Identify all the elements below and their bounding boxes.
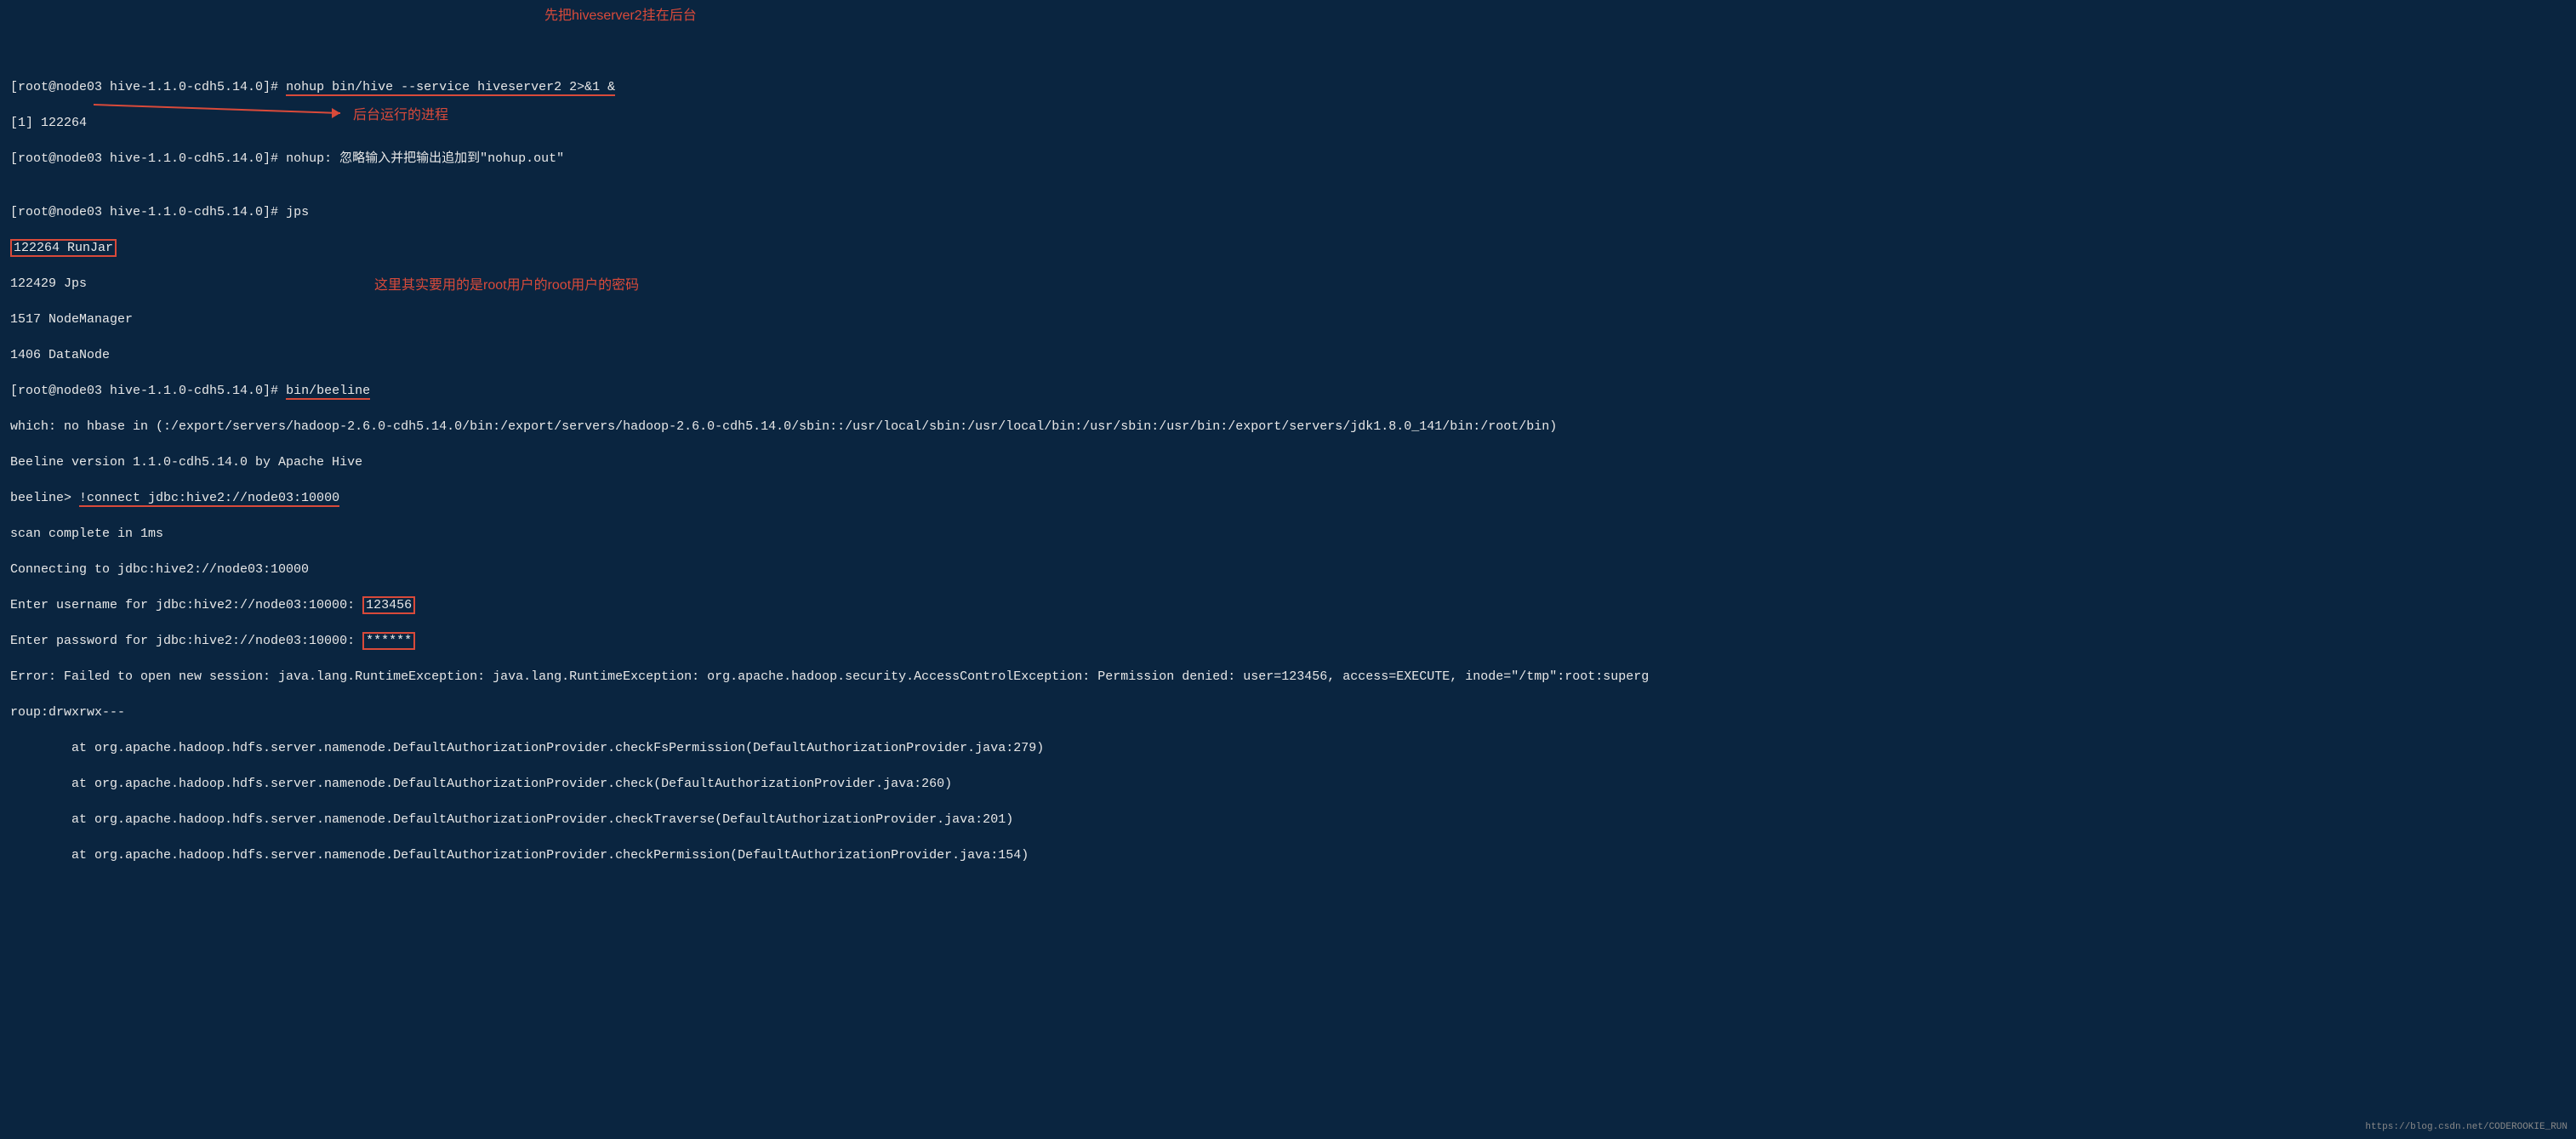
terminal-line: which: no hbase in (:/export/servers/had… <box>10 418 2566 436</box>
shell-prompt: [root@node03 hive-1.1.0-cdh5.14.0]# <box>10 205 286 219</box>
terminal-line: 1517 NodeManager <box>10 310 2566 328</box>
terminal-line: [root@node03 hive-1.1.0-cdh5.14.0]# bin/… <box>10 382 2566 400</box>
watermark-text: https://blog.csdn.net/CODEROOKIE_RUN <box>2365 1121 2567 1134</box>
terminal-line: [root@node03 hive-1.1.0-cdh5.14.0]# nohu… <box>10 78 2566 96</box>
username-prompt: Enter username for jdbc:hive2://node03:1… <box>10 598 362 612</box>
terminal-line: Beeline version 1.1.0-cdh5.14.0 by Apach… <box>10 453 2566 471</box>
terminal-line: [root@node03 hive-1.1.0-cdh5.14.0]# nohu… <box>10 150 2566 168</box>
username-value: 123456 <box>362 596 415 614</box>
terminal-error-line: Error: Failed to open new session: java.… <box>10 668 2566 686</box>
annotation-background-process: 后台运行的进程 <box>353 106 448 125</box>
terminal-stack-line: at org.apache.hadoop.hdfs.server.namenod… <box>10 846 2566 864</box>
terminal-line: [root@node03 hive-1.1.0-cdh5.14.0]# jps <box>10 203 2566 221</box>
terminal-line: scan complete in 1ms <box>10 525 2566 543</box>
jps-runjar: 122264 RunJar <box>10 239 117 257</box>
annotation-hiveserver2: 先把hiveserver2挂在后台 <box>544 7 697 26</box>
command-connect: !connect jdbc:hive2://node03:10000 <box>79 491 339 507</box>
terminal-line: beeline> !connect jdbc:hive2://node03:10… <box>10 489 2566 507</box>
arrow-icon <box>94 98 349 123</box>
command-beeline: bin/beeline <box>286 384 370 400</box>
terminal-error-line: roup:drwxrwx--- <box>10 703 2566 721</box>
terminal-stack-line: at org.apache.hadoop.hdfs.server.namenod… <box>10 811 2566 829</box>
shell-prompt: [root@node03 hive-1.1.0-cdh5.14.0]# <box>10 80 286 94</box>
annotation-root-password: 这里其实要用的是root用户的root用户的密码 <box>374 276 639 295</box>
terminal-stack-line: at org.apache.hadoop.hdfs.server.namenod… <box>10 775 2566 793</box>
password-value: ****** <box>362 632 415 650</box>
terminal-stack-line: at org.apache.hadoop.hdfs.server.namenod… <box>10 739 2566 757</box>
shell-prompt: [root@node03 hive-1.1.0-cdh5.14.0]# <box>10 151 286 166</box>
shell-prompt: [root@node03 hive-1.1.0-cdh5.14.0]# <box>10 384 286 398</box>
terminal-line: Enter password for jdbc:hive2://node03:1… <box>10 632 2566 650</box>
command-jps: jps <box>286 205 309 219</box>
output-text: nohup: 忽略输入并把输出追加到"nohup.out" <box>286 151 564 166</box>
command-nohup: nohup bin/hive --service hiveserver2 2>&… <box>286 80 615 96</box>
password-prompt: Enter password for jdbc:hive2://node03:1… <box>10 634 362 648</box>
terminal-line: Connecting to jdbc:hive2://node03:10000 <box>10 561 2566 578</box>
beeline-prompt: beeline> <box>10 491 79 505</box>
terminal-line: 1406 DataNode <box>10 346 2566 364</box>
terminal-line: Enter username for jdbc:hive2://node03:1… <box>10 596 2566 614</box>
terminal-line: 122264 RunJar <box>10 239 2566 257</box>
